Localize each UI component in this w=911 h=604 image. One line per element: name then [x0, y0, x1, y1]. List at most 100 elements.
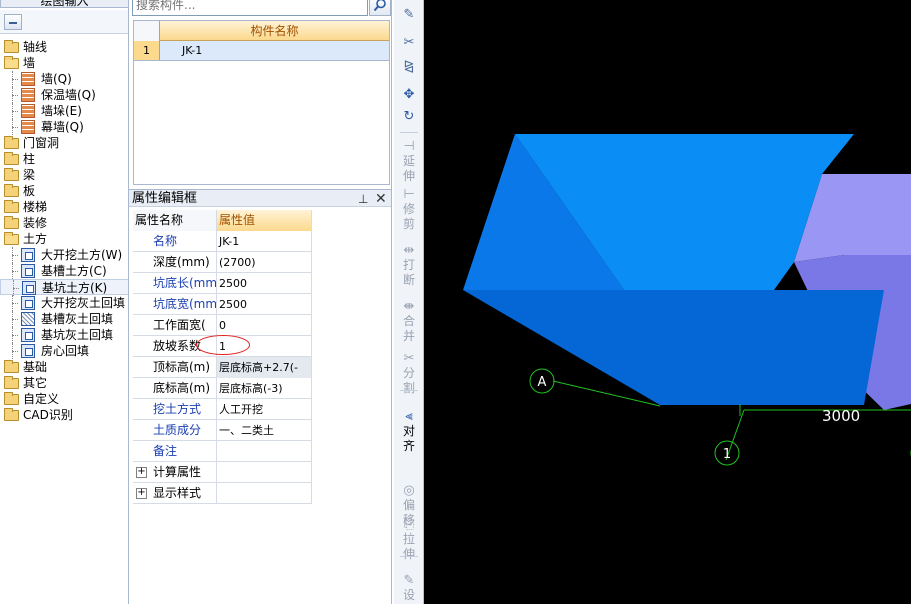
move-button[interactable]: ✥ — [397, 88, 421, 102]
dimension-label: 3000 — [822, 407, 860, 425]
align-button[interactable]: ⫷ 对齐 — [397, 410, 421, 454]
tree-item[interactable]: 房心回填 — [0, 343, 128, 359]
property-value[interactable]: 层底标高(-3) — [217, 378, 312, 399]
header-property-value: 属性值 — [217, 210, 312, 231]
pin-icon[interactable]: ⊥ — [358, 192, 368, 206]
property-value[interactable] — [217, 441, 312, 462]
toolbar-button-label: 伸 — [402, 547, 415, 561]
property-value[interactable]: (2700) — [217, 252, 312, 273]
property-value[interactable]: JK-1 — [217, 231, 312, 252]
toolbar-button-label: 修 — [402, 202, 415, 216]
tree-item-label: 墙垛(E) — [41, 104, 82, 118]
property-row[interactable]: 土质成分 一、二类土 — [133, 420, 312, 441]
extend-button[interactable]: ⊣ 延伸 — [397, 140, 421, 184]
scissors-button[interactable]: ✂ — [397, 36, 421, 50]
tree-item[interactable]: 墙垛(E) — [0, 103, 128, 119]
property-name-text: 坑底长(mm) — [153, 276, 217, 290]
axis-1-label: 1 — [723, 447, 731, 462]
tree-item-label: 土方 — [23, 232, 48, 246]
toolbar-button-label: 打 — [402, 258, 415, 272]
tree-item[interactable]: 柱 — [0, 151, 128, 167]
property-name-text: 挖土方式 — [153, 402, 202, 416]
trim-button[interactable]: ⊢ 修剪 — [397, 188, 421, 232]
component-list-table: 构件名称 1 JK-1 — [133, 20, 390, 185]
property-row[interactable]: 备注 — [133, 441, 312, 462]
tree-toolbar — [0, 10, 128, 34]
property-row[interactable]: 挖土方式 人工开挖 — [133, 399, 312, 420]
tree-item-label: 板 — [23, 184, 36, 198]
trench-icon — [21, 264, 35, 278]
tree-item[interactable]: 墙 — [0, 55, 128, 71]
property-row[interactable]: 顶标高(m) 层底标高+2.7(- — [133, 357, 312, 378]
break-button[interactable]: ⇹ 打断 — [397, 244, 421, 288]
tree-item[interactable]: 自定义 — [0, 391, 128, 407]
tree-item[interactable]: CAD识别 — [0, 407, 128, 423]
tree-item[interactable]: 大开挖土方(W) — [0, 247, 128, 263]
tree-item[interactable]: 梁 — [0, 167, 128, 183]
tree-item-label: 房心回填 — [41, 344, 90, 358]
property-panel-titlebar: 属性编辑框 ⊥ ✕ — [129, 189, 391, 207]
property-name: 底标高(m) — [133, 378, 217, 399]
close-icon[interactable]: ✕ — [375, 190, 387, 208]
tree-item[interactable]: 楼梯 — [0, 199, 128, 215]
tree-item[interactable]: 土方 — [0, 231, 128, 247]
property-name-text: 名称 — [153, 234, 178, 248]
property-row[interactable]: 底标高(m) 层底标高(-3) — [133, 378, 312, 399]
tree-item[interactable]: 基坑土方(K) — [0, 279, 128, 296]
property-value[interactable]: 一、二类土 — [217, 420, 312, 441]
merge-button[interactable]: ⇼ 合并 — [397, 300, 421, 344]
folder-icon — [4, 216, 19, 229]
move-icon: ✥ — [403, 87, 415, 102]
toolbar-button-label: 齐 — [402, 439, 415, 453]
search-input[interactable] — [134, 0, 366, 15]
property-value[interactable]: 层底标高+2.7(- — [217, 357, 312, 378]
tree-item[interactable]: 墙(Q) — [0, 71, 128, 87]
property-row[interactable]: 工作面宽(0 — [133, 315, 312, 336]
tree-item[interactable]: 基坑灰土回填 — [0, 327, 128, 343]
property-row[interactable]: 坑底长(mm) 2500 — [133, 273, 312, 294]
folder-icon — [4, 392, 19, 405]
tree-item[interactable]: 板 — [0, 183, 128, 199]
tree-item-label: CAD识别 — [23, 408, 73, 422]
tree-item-label: 墙(Q) — [41, 72, 72, 86]
tree-item[interactable]: 其它 — [0, 375, 128, 391]
property-row[interactable]: 深度(mm) (2700) — [133, 252, 312, 273]
property-row[interactable]: 坑底宽(mm) 2500 — [133, 294, 312, 315]
property-name: 显示样式 — [133, 483, 217, 504]
tree-item[interactable]: 大开挖灰土回填 — [0, 295, 128, 311]
set-button[interactable]: ✎ 设 — [397, 574, 421, 603]
tree-item[interactable]: 基槽灰土回填 — [0, 311, 128, 327]
tree-item-label: 基础 — [23, 360, 48, 374]
property-row[interactable]: 名称 JK-1 — [133, 231, 312, 252]
tree-item[interactable]: 保温墙(Q) — [0, 87, 128, 103]
property-value[interactable]: 人工开挖 — [217, 399, 312, 420]
tree-item[interactable]: 轴线 — [0, 39, 128, 55]
property-row[interactable]: + 计算属性 — [133, 462, 312, 483]
search-button[interactable] — [369, 0, 391, 16]
rotate-icon: ↻ — [403, 109, 415, 124]
property-value[interactable]: 2500 — [217, 294, 312, 315]
property-value[interactable] — [217, 483, 312, 504]
mirror-icon: ⧎ — [403, 59, 415, 74]
tree-item[interactable]: 门窗洞 — [0, 135, 128, 151]
property-value[interactable]: 0 — [217, 315, 312, 336]
3d-viewport[interactable]: A 1 3000 — [424, 0, 911, 604]
property-value[interactable] — [217, 462, 312, 483]
toolbar-separator — [400, 390, 418, 391]
brush-button[interactable]: ✎ — [397, 8, 421, 22]
folder-icon — [4, 40, 19, 53]
table-row[interactable]: 1 JK-1 — [134, 41, 389, 61]
tree-item[interactable]: 基础 — [0, 359, 128, 375]
tree-item-label: 墙 — [23, 56, 36, 70]
tree-item-label: 自定义 — [23, 392, 60, 406]
tree-item[interactable]: 幕墙(Q) — [0, 119, 128, 135]
rotate-button[interactable]: ↻ — [397, 110, 421, 124]
tree-item[interactable]: 基槽土方(C) — [0, 263, 128, 279]
folder-open-icon — [4, 232, 19, 245]
collapse-all-button[interactable] — [4, 14, 22, 30]
property-row[interactable]: + 显示样式 — [133, 483, 312, 504]
tree-item[interactable]: 装修 — [0, 215, 128, 231]
property-value[interactable]: 2500 — [217, 273, 312, 294]
folder-icon — [4, 360, 19, 373]
mirror-button[interactable]: ⧎ — [397, 60, 421, 74]
